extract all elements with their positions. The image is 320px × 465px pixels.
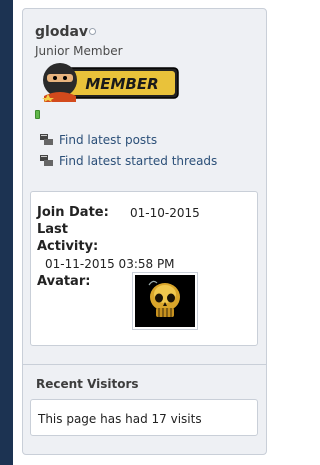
rank-badge-text: MEMBER [85,75,158,93]
find-latest-threads-label: Find latest started threads [59,154,218,168]
last-activity-value: 01-11-2015 03:58 PM [45,257,175,271]
section-divider [23,364,266,365]
last-activity-label: Last Activity: [37,222,99,254]
posts-icon [40,134,53,145]
find-latest-threads-link[interactable]: Find latest started threads [40,153,217,169]
find-latest-posts-label: Find latest posts [59,133,158,147]
offline-dot-icon [89,28,96,35]
member-rank-badge: MEMBER [38,60,180,102]
find-latest-posts-link[interactable]: Find latest posts [40,132,157,148]
user-stats-box: Join Date: 01-10-2015 Last Activity: 01-… [30,191,258,346]
left-sidebar-bar [0,0,13,465]
visit-count-text: This page has had 17 visits [38,412,202,426]
avatar-label: Avatar: [37,274,91,289]
avatar[interactable] [132,272,198,330]
join-date-value: 01-10-2015 [130,206,200,220]
recent-visitors-box: This page has had 17 visits [30,399,258,436]
join-date-label: Join Date: [37,205,109,220]
username[interactable]: glodav [35,24,88,40]
user-title: Junior Member [35,44,123,58]
recent-visitors-title: Recent Visitors [36,377,139,391]
reputation-bar [35,110,40,119]
threads-icon [40,155,53,166]
skull-avatar-icon [135,275,195,327]
